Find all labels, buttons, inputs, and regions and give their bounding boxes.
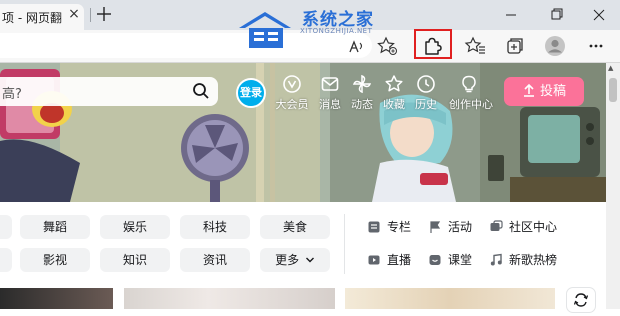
favorites-list-icon [464,36,485,54]
live-icon [368,255,380,265]
search-input[interactable]: 高? [2,83,22,102]
nav-history-label: 历史 [415,98,437,111]
chevron-down-icon [305,257,314,263]
category-entertainment[interactable]: 娱乐 [100,215,170,239]
read-aloud-icon [349,40,363,53]
category-partial-2[interactable] [0,248,12,272]
login-button[interactable]: 登录 [236,78,266,108]
link-article-label: 专栏 [387,220,412,234]
avatar-icon [545,36,565,56]
upload-icon [523,83,534,97]
class-icon [429,255,441,265]
vip-icon [283,75,301,93]
category-partial[interactable] [0,215,12,239]
refresh-icon [573,293,589,307]
tab-close-button[interactable]: × [66,6,82,22]
link-music[interactable]: 新歌热榜 [489,250,557,270]
favorites-button[interactable] [463,34,489,58]
extensions-highlight-box [414,29,452,59]
nav-vip[interactable]: 大会员 [272,74,312,112]
restore-button[interactable] [535,0,579,30]
pinwheel-icon [352,74,372,94]
nav-creator-center-label: 创作中心 [449,98,493,111]
video-thumbnail-2[interactable] [124,288,335,309]
tab-separator [90,8,91,22]
collections-button[interactable] [502,34,528,58]
flag-icon [430,221,441,233]
search-box[interactable] [0,77,218,106]
link-article[interactable]: 专栏 [367,217,411,237]
video-thumbnail-3[interactable] [345,288,555,309]
category-news[interactable]: 资讯 [180,248,250,272]
link-live[interactable]: 直播 [367,250,411,270]
collections-icon [507,38,523,54]
category-knowledge[interactable]: 知识 [100,248,170,272]
video-thumbnail-1[interactable] [0,288,113,309]
nav-vip-label: 大会员 [275,98,309,111]
close-window-button[interactable] [577,0,620,30]
read-aloud-button[interactable] [343,34,369,58]
community-icon [490,220,503,231]
link-live-label: 直播 [387,253,412,267]
scroll-thumb[interactable] [609,78,617,102]
link-music-label: 新歌热榜 [509,253,558,267]
nav-creator-center[interactable]: 创作中心 [449,74,493,112]
more-button[interactable] [583,34,609,58]
music-icon [490,253,502,266]
category-tech[interactable]: 科技 [180,215,250,239]
tab-title: 项 - 网页翻 [2,11,62,25]
clock-icon [417,75,435,93]
minimize-icon [506,14,516,16]
category-more[interactable]: 更多 [260,248,330,272]
refresh-button[interactable] [566,287,596,313]
link-community[interactable]: 社区中心 [489,217,557,237]
star-icon [385,75,403,92]
star-add-icon [377,36,397,55]
upload-button[interactable]: 投稿 [504,77,584,106]
restore-icon [551,8,563,20]
close-icon [593,9,605,21]
link-activity-label: 活动 [448,220,473,234]
more-dots-icon [589,44,603,48]
category-film[interactable]: 影视 [20,248,90,272]
bulb-icon [462,75,476,93]
link-community-label: 社区中心 [509,220,558,234]
message-icon [321,77,339,91]
article-icon [368,221,380,233]
plus-icon [97,7,111,21]
search-icon[interactable] [192,82,210,104]
favorite-add-button[interactable] [375,34,401,58]
minimize-button[interactable] [489,0,533,30]
link-class-label: 课堂 [448,253,473,267]
profile-button[interactable] [542,34,568,58]
category-food[interactable]: 美食 [260,215,330,239]
link-activity[interactable]: 活动 [428,217,472,237]
scroll-up-arrow-icon[interactable]: ▲ [608,64,613,72]
address-field[interactable] [0,33,372,58]
category-dance[interactable]: 舞蹈 [20,215,90,239]
category-more-label: 更多 [275,253,300,267]
link-class[interactable]: 课堂 [428,250,472,270]
new-tab-button[interactable] [94,4,114,24]
category-divider [344,214,345,274]
watermark-logo-icon [235,10,299,54]
nav-history[interactable]: 历史 [406,74,446,112]
upload-label: 投稿 [539,84,566,99]
watermark-subtitle: XITONGZHIJIA.NET [300,27,373,35]
